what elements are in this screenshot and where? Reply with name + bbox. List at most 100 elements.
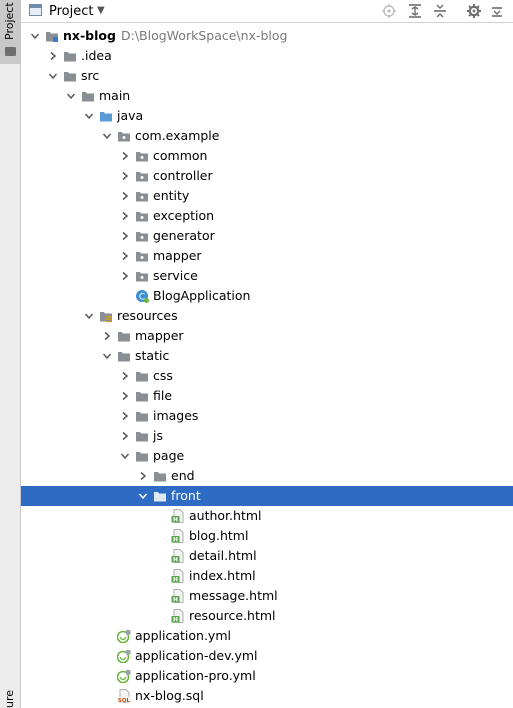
project-view-icon	[29, 4, 42, 16]
svg-text:SQL: SQL	[118, 698, 131, 703]
tree-row[interactable]: Hresource.html	[21, 606, 513, 626]
tree-row[interactable]: js	[21, 426, 513, 446]
svg-text:H: H	[173, 537, 178, 543]
tree-row[interactable]: Hauthor.html	[21, 506, 513, 526]
chevron-down-icon[interactable]	[102, 131, 112, 141]
chevron-right-icon[interactable]	[138, 471, 148, 481]
package-icon	[135, 249, 149, 263]
tree-row[interactable]: application-pro.yml	[21, 666, 513, 686]
tree-row[interactable]: static	[21, 346, 513, 366]
chevron-down-icon[interactable]: ▼	[97, 5, 105, 16]
expand-all-icon[interactable]	[407, 3, 423, 19]
chevron-down-icon[interactable]	[30, 31, 40, 41]
tree-row[interactable]: generator	[21, 226, 513, 246]
collapse-all-icon[interactable]	[432, 3, 448, 19]
chevron-right-icon[interactable]	[120, 171, 130, 181]
package-icon	[135, 229, 149, 243]
chevron-right-icon[interactable]	[120, 431, 130, 441]
package-icon	[135, 269, 149, 283]
folder-icon	[153, 469, 167, 483]
tree-item-label: css	[153, 368, 173, 383]
tree-row[interactable]: common	[21, 146, 513, 166]
folder-icon	[117, 329, 131, 343]
chevron-down-icon[interactable]	[48, 71, 58, 81]
chevron-right-icon[interactable]	[102, 331, 112, 341]
resources-folder-icon	[99, 309, 113, 323]
chevron-down-icon[interactable]	[138, 491, 148, 501]
html-file-icon: H	[171, 549, 185, 564]
tree-item-label: mapper	[135, 328, 184, 343]
html-file-icon: H	[171, 569, 185, 584]
tree-row[interactable]: end	[21, 466, 513, 486]
tree-row[interactable]: front	[21, 486, 513, 506]
tree-row[interactable]: application.yml	[21, 626, 513, 646]
tree-row[interactable]: css	[21, 366, 513, 386]
package-icon	[135, 209, 149, 223]
tree-row[interactable]: C BlogApplication	[21, 286, 513, 306]
tree-item-label: com.example	[135, 128, 220, 143]
tree-item-label: blog.html	[189, 528, 249, 543]
project-tab-label: Project	[3, 2, 16, 40]
sql-file-icon: SQL	[117, 689, 131, 704]
tree-row[interactable]: entity	[21, 186, 513, 206]
html-file-icon: H	[171, 609, 185, 624]
tree-row[interactable]: exception	[21, 206, 513, 226]
tree-row[interactable]: application-dev.yml	[21, 646, 513, 666]
gear-icon[interactable]	[466, 3, 482, 19]
tree-row[interactable]: com.example	[21, 126, 513, 146]
chevron-right-icon[interactable]	[120, 391, 130, 401]
chevron-right-icon[interactable]	[120, 271, 130, 281]
tree-item-label: entity	[153, 188, 190, 203]
chevron-right-icon[interactable]	[120, 251, 130, 261]
chevron-down-icon[interactable]	[102, 351, 112, 361]
tree-row[interactable]: page	[21, 446, 513, 466]
chevron-right-icon[interactable]	[120, 371, 130, 381]
tree-row[interactable]: nx-blog D:\BlogWorkSpace\nx-blog	[21, 26, 513, 46]
html-file-icon: H	[171, 589, 185, 604]
chevron-right-icon[interactable]	[120, 211, 130, 221]
tree-item-label: nx-blog	[63, 28, 116, 43]
tree-item-label: resources	[117, 308, 178, 323]
tree-row[interactable]: Hmessage.html	[21, 586, 513, 606]
html-file-icon: H	[171, 509, 185, 524]
chevron-right-icon[interactable]	[120, 151, 130, 161]
tree-row[interactable]: mapper	[21, 246, 513, 266]
tree-row[interactable]: main	[21, 86, 513, 106]
folder-icon	[135, 389, 149, 403]
chevron-right-icon[interactable]	[120, 191, 130, 201]
svg-text:H: H	[173, 577, 178, 583]
tree-row[interactable]: Hindex.html	[21, 566, 513, 586]
panel-title[interactable]: Project	[49, 4, 93, 19]
chevron-down-icon[interactable]	[84, 111, 94, 121]
tree-item-label: index.html	[189, 568, 256, 583]
chevron-down-icon[interactable]	[84, 311, 94, 321]
tree-row[interactable]: service	[21, 266, 513, 286]
hide-panel-icon[interactable]	[489, 3, 505, 19]
project-tool-tab[interactable]: Project	[0, 0, 20, 64]
chevron-right-icon[interactable]	[120, 231, 130, 241]
structure-tab-label[interactable]: ure	[3, 690, 16, 708]
tree-row[interactable]: images	[21, 406, 513, 426]
tree-row[interactable]: .idea	[21, 46, 513, 66]
tree-row[interactable]: mapper	[21, 326, 513, 346]
tree-row[interactable]: SQL nx-blog.sql	[21, 686, 513, 706]
tree-item-label: page	[153, 448, 185, 463]
locate-icon[interactable]	[381, 3, 397, 19]
folder-icon	[63, 69, 77, 83]
chevron-right-icon[interactable]	[48, 51, 58, 61]
panel-header: Project ▼	[21, 0, 513, 23]
tree-item-label: .idea	[81, 48, 112, 63]
chevron-down-icon[interactable]	[66, 91, 76, 101]
tree-row[interactable]: src	[21, 66, 513, 86]
tree-row[interactable]: java	[21, 106, 513, 126]
tree-item-label: controller	[153, 168, 213, 183]
folder-icon	[135, 449, 149, 463]
tree-row[interactable]: Hdetail.html	[21, 546, 513, 566]
chevron-right-icon[interactable]	[120, 411, 130, 421]
tree-row[interactable]: Hblog.html	[21, 526, 513, 546]
tree-row[interactable]: file	[21, 386, 513, 406]
tree-item-label: images	[153, 408, 199, 423]
tree-row[interactable]: resources	[21, 306, 513, 326]
tree-row[interactable]: controller	[21, 166, 513, 186]
chevron-down-icon[interactable]	[120, 451, 130, 461]
